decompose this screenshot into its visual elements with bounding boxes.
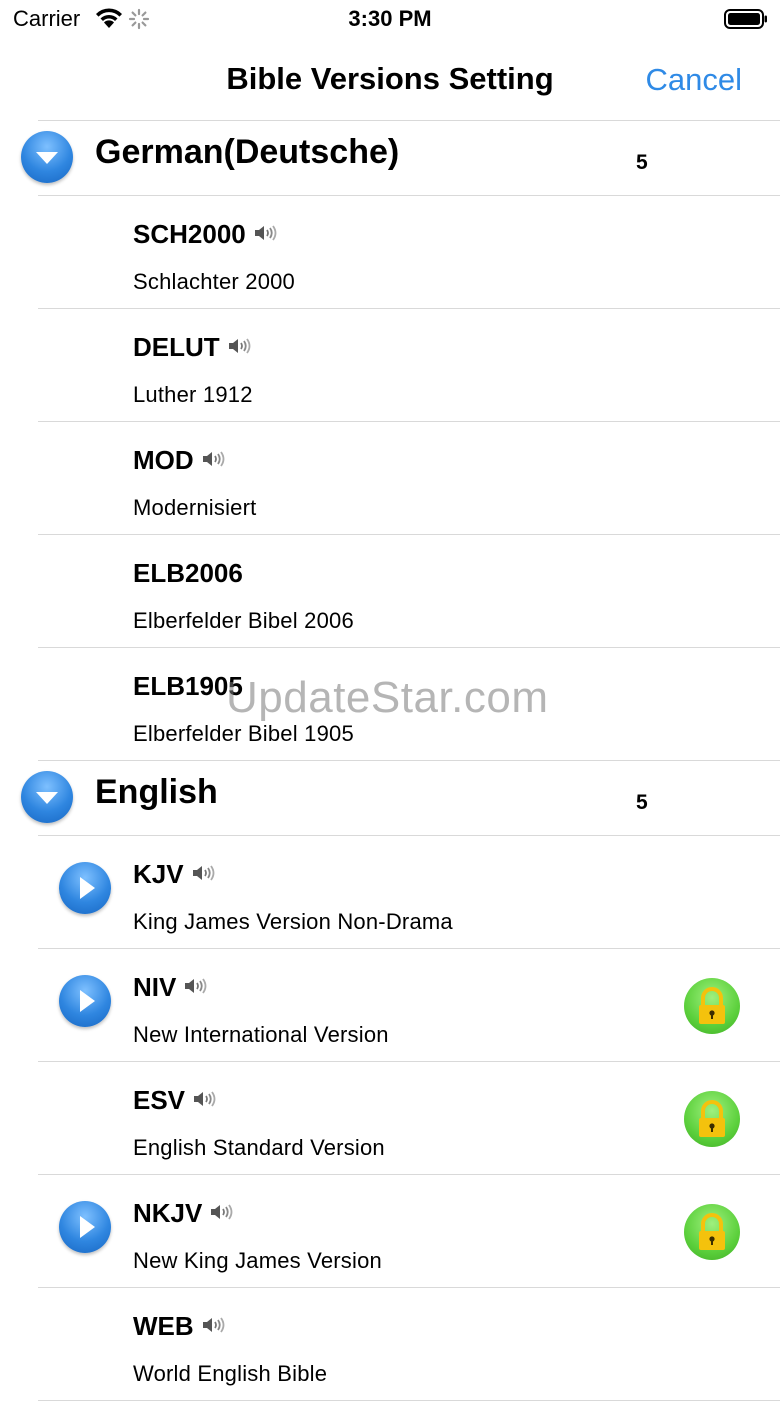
play-icon[interactable] [59,975,111,1027]
version-row[interactable]: SCH2000 Schlachter 2000 [0,196,780,309]
version-code-label: NKJV [133,1198,203,1228]
version-code-label: DELUT [133,332,220,362]
version-name: Elberfelder Bibel 2006 [133,608,354,633]
version-name: Modernisiert [133,495,257,520]
version-code-label: KJV [133,859,184,889]
speaker-icon [227,332,251,363]
navigation-bar: Bible Versions Setting Cancel [0,40,780,120]
version-code-label: ELB2006 [133,558,243,588]
section-header[interactable]: English 5 [0,761,780,836]
version-code-label: NIV [133,972,177,1002]
section-title: German(Deutsche) [95,133,400,171]
version-code: NKJV [133,1198,233,1229]
cancel-button[interactable]: Cancel [646,62,743,98]
version-code: WEB [133,1311,225,1342]
section-title: English [95,773,218,811]
lock-icon[interactable] [684,978,740,1034]
speaker-icon [201,445,225,476]
version-name: King James Version Non-Drama [133,909,453,934]
version-code: KJV [133,859,215,890]
version-code: SCH2000 [133,219,277,250]
speaker-icon [253,219,277,250]
version-row[interactable]: ELB2006 Elberfelder Bibel 2006 [0,535,780,648]
version-name: New King James Version [133,1248,382,1273]
version-row[interactable]: ESV English Standard Version [0,1062,780,1175]
version-code-label: ESV [133,1085,186,1115]
version-name: New International Version [133,1022,389,1047]
version-code: DELUT [133,332,251,363]
version-code: ELB1905 [133,671,243,702]
version-code: NIV [133,972,207,1003]
version-code: ELB2006 [133,558,243,589]
section-count: 5 [636,151,648,174]
lock-icon[interactable] [684,1091,740,1147]
version-code-label: SCH2000 [133,219,246,249]
speaker-icon [201,1311,225,1342]
speaker-icon [183,972,207,1003]
battery-icon [724,9,768,34]
version-row[interactable]: WEB World English Bible [0,1288,780,1401]
version-code-label: MOD [133,445,194,475]
version-name: Elberfelder Bibel 1905 [133,721,354,746]
version-row[interactable]: KJV King James Version Non-Drama [0,836,780,949]
version-name: Schlachter 2000 [133,269,295,294]
chevron-down-icon[interactable] [21,131,73,183]
version-row[interactable]: DELUT Luther 1912 [0,309,780,422]
version-row[interactable]: NIV New International Version [0,949,780,1062]
version-name: World English Bible [133,1361,328,1386]
status-time: 3:30 PM [348,6,432,31]
chevron-down-icon[interactable] [21,771,73,823]
version-name: English Standard Version [133,1135,385,1160]
version-row[interactable]: MOD Modernisiert [0,422,780,535]
speaker-icon [209,1198,233,1229]
speaker-icon [191,859,215,890]
speaker-icon [192,1085,216,1116]
version-row[interactable]: NKJV New King James Version [0,1175,780,1288]
version-code: MOD [133,445,225,476]
version-code-label: ELB1905 [133,671,243,701]
status-bar: Carrier 3:30 PM [0,0,780,40]
version-row[interactable]: ELB1905 Elberfelder Bibel 1905 [0,648,780,761]
version-code-label: WEB [133,1311,194,1341]
play-icon[interactable] [59,1201,111,1253]
lock-icon[interactable] [684,1204,740,1260]
play-icon[interactable] [59,862,111,914]
version-name: Luther 1912 [133,382,253,407]
version-code: ESV [133,1085,216,1116]
section-count: 5 [636,791,648,814]
section-header[interactable]: German(Deutsche) 5 [0,121,780,196]
